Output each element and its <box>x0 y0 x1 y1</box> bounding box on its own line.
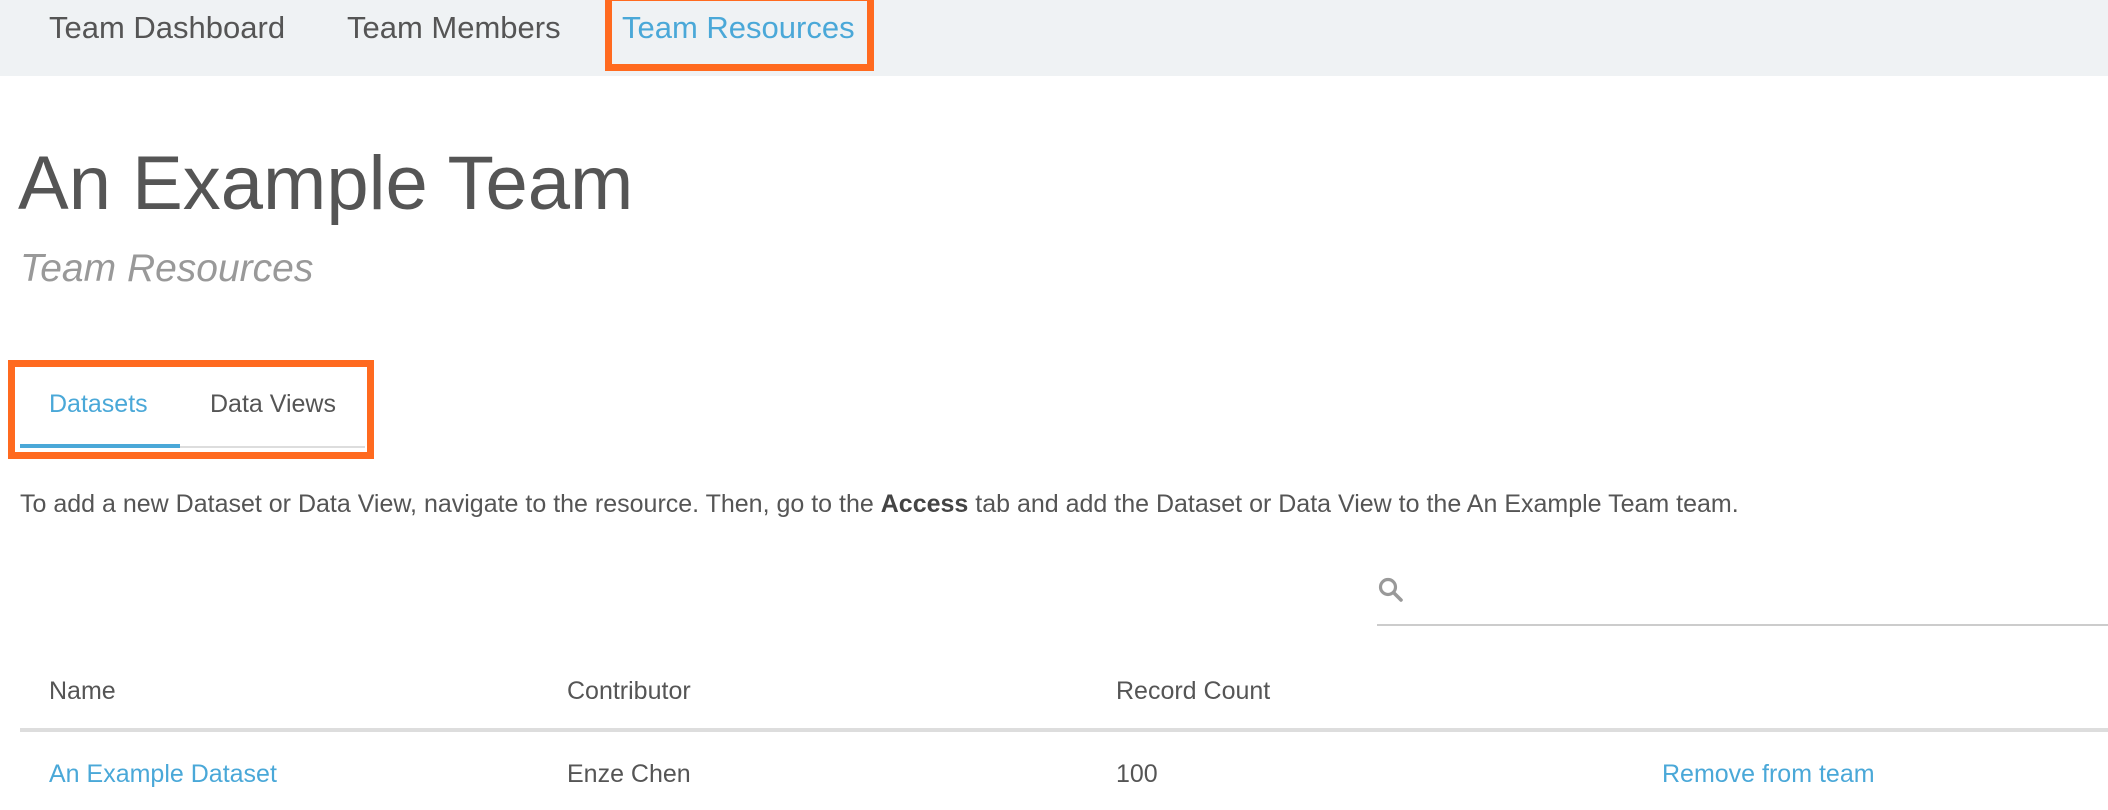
page-subtitle: Team Resources <box>20 247 314 290</box>
help-text-after: tab and add the Dataset or Data View to … <box>968 490 1739 518</box>
search-icon <box>1378 577 1403 602</box>
column-header-record-count[interactable]: Record Count <box>1116 677 1270 706</box>
contributor-cell: Enze Chen <box>567 760 691 788</box>
dataset-name-link[interactable]: An Example Dataset <box>49 760 277 789</box>
column-header-name[interactable]: Name <box>49 677 116 706</box>
remove-from-team-link[interactable]: Remove from team <box>1662 760 1875 789</box>
nav-team-members[interactable]: Team Members <box>347 10 561 46</box>
page-title: An Example Team <box>18 141 634 226</box>
search-input[interactable] <box>1417 568 2097 622</box>
top-navigation: Team Dashboard Team Members Team Resourc… <box>0 0 2108 76</box>
nav-team-resources[interactable]: Team Resources <box>622 10 855 46</box>
record-count-cell: 100 <box>1116 760 1158 788</box>
search-box <box>1377 568 2108 626</box>
resource-tabs: Datasets Data Views <box>20 380 365 448</box>
help-text-bold: Access <box>880 490 969 518</box>
nav-team-dashboard[interactable]: Team Dashboard <box>49 10 285 46</box>
help-text: To add a new Dataset or Data View, navig… <box>20 490 1739 519</box>
column-header-contributor[interactable]: Contributor <box>567 677 691 706</box>
tab-data-views[interactable]: Data Views <box>210 390 336 419</box>
help-text-before: To add a new Dataset or Data View, navig… <box>20 490 881 518</box>
tab-datasets[interactable]: Datasets <box>49 390 148 419</box>
table-header: Name Contributor Record Count <box>20 664 2108 732</box>
table-row: An Example Dataset Enze Chen 100 Remove … <box>20 736 2108 810</box>
active-tab-indicator <box>20 444 180 448</box>
